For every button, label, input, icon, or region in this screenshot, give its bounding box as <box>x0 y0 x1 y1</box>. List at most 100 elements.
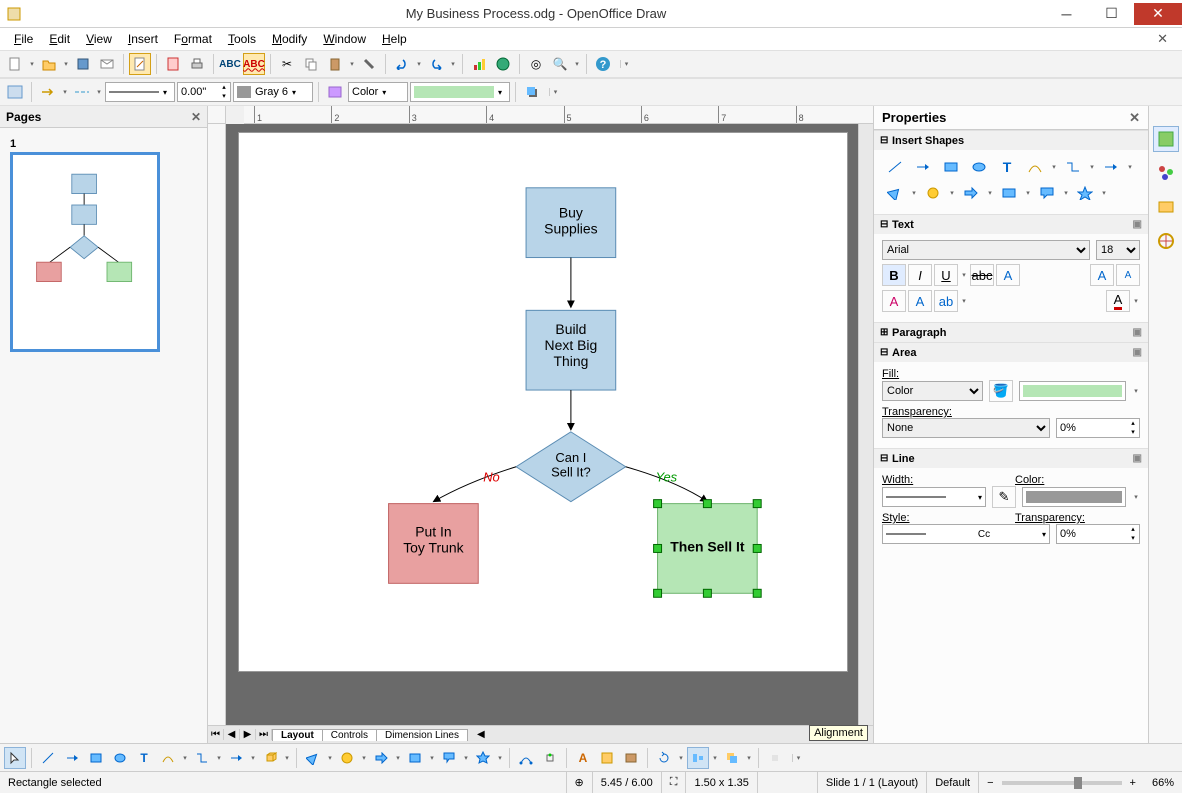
curve-tool[interactable] <box>1022 156 1048 178</box>
redo-button[interactable] <box>425 53 447 75</box>
fill-color-combo[interactable] <box>1019 381 1126 401</box>
document-viewport[interactable]: BuySupplies BuildNext BigThing Can ISell… <box>226 124 873 725</box>
zoom-level[interactable]: 66% <box>1144 772 1182 793</box>
points-tool[interactable] <box>515 747 537 769</box>
line-more-icon[interactable]: ▣ <box>1133 453 1142 464</box>
cut-button[interactable]: ✂ <box>276 53 298 75</box>
gallery-tool[interactable] <box>620 747 642 769</box>
connector-tool[interactable] <box>1060 156 1086 178</box>
toolbar-overflow[interactable]: ▾ <box>620 60 632 68</box>
zoom-dropdown[interactable]: ▾ <box>573 60 581 68</box>
block-arrows-tool[interactable] <box>958 182 984 204</box>
stars-tool[interactable] <box>1072 182 1098 204</box>
line-style-combo[interactable]: ▾ <box>105 82 175 102</box>
line-tool[interactable] <box>882 156 908 178</box>
line-color-pencil-icon[interactable]: ✎ <box>992 486 1016 508</box>
line-width-input[interactable]: ▴▾ <box>177 82 231 102</box>
line-style-dropdown-icon[interactable]: ▾ <box>95 88 103 96</box>
open-dropdown[interactable]: ▾ <box>62 60 70 68</box>
close-button[interactable]: ✕ <box>1134 3 1182 25</box>
tab-controls[interactable]: Controls <box>322 729 377 741</box>
toolbar2-overflow[interactable]: ▾ <box>549 88 561 96</box>
section-insert-shapes[interactable]: Insert Shapes <box>892 135 964 147</box>
fill-bucket-icon[interactable]: 🪣 <box>989 380 1013 402</box>
line-transparency-input[interactable]: ▴▾ <box>1056 524 1140 544</box>
arrange-tool[interactable] <box>721 747 743 769</box>
undo-button[interactable] <box>391 53 413 75</box>
superscript-button[interactable]: A <box>882 290 906 312</box>
new-doc-dropdown[interactable]: ▾ <box>28 60 36 68</box>
curve-tool-bottom[interactable] <box>157 747 179 769</box>
paste-button[interactable] <box>324 53 346 75</box>
redo-dropdown[interactable]: ▾ <box>449 60 457 68</box>
area-fill-color-combo[interactable]: ▾ <box>410 82 510 102</box>
menu-close-icon[interactable]: ✕ <box>1149 31 1176 47</box>
stars-bottom[interactable] <box>472 747 494 769</box>
menu-help[interactable]: Help <box>374 30 415 48</box>
select-tool[interactable] <box>4 747 26 769</box>
section-area[interactable]: Area <box>892 347 916 359</box>
increase-font-button[interactable]: A <box>1090 264 1114 286</box>
chart-button[interactable] <box>468 53 490 75</box>
tab-nav-prev[interactable]: ◀ <box>224 729 240 740</box>
page-thumbnail[interactable] <box>10 152 160 352</box>
shadow-button[interactable] <box>521 81 543 103</box>
zoom-out-icon[interactable]: − <box>987 777 993 789</box>
line-color-combo[interactable] <box>1022 487 1126 507</box>
open-button[interactable] <box>38 53 60 75</box>
3d-tool-bottom[interactable] <box>259 747 281 769</box>
sidebar-tab-navigator[interactable] <box>1153 228 1179 254</box>
autospell-button[interactable]: ABC <box>243 53 265 75</box>
print-button[interactable] <box>186 53 208 75</box>
fill-type-combo[interactable]: Color <box>882 381 983 401</box>
highlight-button[interactable]: ab <box>934 290 958 312</box>
callouts-bottom[interactable] <box>438 747 460 769</box>
symbol-shapes-tool[interactable] <box>920 182 946 204</box>
font-size-combo[interactable]: 18 <box>1096 240 1140 260</box>
block-arrows-bottom[interactable] <box>370 747 392 769</box>
menu-insert[interactable]: Insert <box>120 30 166 48</box>
arrow-style-button[interactable] <box>37 81 59 103</box>
arrow-tool-bottom[interactable] <box>61 747 83 769</box>
transparency-value-input[interactable]: ▴▾ <box>1056 418 1140 438</box>
alignment-tool[interactable] <box>687 747 709 769</box>
transparency-type-combo[interactable]: None <box>882 418 1050 438</box>
styles-button[interactable] <box>4 81 26 103</box>
basic-shapes-bottom[interactable] <box>302 747 324 769</box>
line-tool-bottom[interactable] <box>37 747 59 769</box>
shadow-text-button[interactable]: A <box>996 264 1020 286</box>
area-fill-type-combo[interactable]: Color▾ <box>348 82 408 102</box>
menu-format[interactable]: Format <box>166 30 220 48</box>
lines-arrows-bottom[interactable] <box>225 747 247 769</box>
line-width-combo[interactable]: ▾ <box>882 487 986 507</box>
line-style-icon[interactable] <box>71 81 93 103</box>
glue-points-tool[interactable] <box>539 747 561 769</box>
help-button[interactable]: ? <box>592 53 614 75</box>
sidebar-tab-styles[interactable] <box>1153 160 1179 186</box>
rectangle-tool-bottom[interactable] <box>85 747 107 769</box>
format-paintbrush-button[interactable] <box>358 53 380 75</box>
bottom-toolbar-overflow[interactable]: ▾ <box>792 754 804 762</box>
tab-layout[interactable]: Layout <box>272 729 323 741</box>
lines-arrows-tool[interactable] <box>1098 156 1124 178</box>
from-file-tool[interactable] <box>596 747 618 769</box>
zoom-slider[interactable] <box>1002 781 1122 785</box>
copy-button[interactable] <box>300 53 322 75</box>
flowchart-shapes-bottom[interactable] <box>404 747 426 769</box>
text-section-more-icon[interactable]: ▣ <box>1133 219 1142 230</box>
font-color-button[interactable]: A <box>1106 290 1130 312</box>
pages-panel-close-icon[interactable]: ✕ <box>191 110 201 124</box>
tab-nav-last[interactable]: ⏭ <box>256 729 272 740</box>
flowchart-tool[interactable] <box>996 182 1022 204</box>
section-line[interactable]: Line <box>892 453 915 465</box>
export-pdf-button[interactable] <box>162 53 184 75</box>
arrow-tool[interactable] <box>910 156 936 178</box>
subscript-button[interactable]: A <box>908 290 932 312</box>
text-tool[interactable]: T <box>994 156 1020 178</box>
vertical-scrollbar[interactable] <box>858 124 873 725</box>
line-style-combo[interactable]: Cc▾ <box>882 524 1050 544</box>
rotate-tool[interactable] <box>653 747 675 769</box>
line-color-combo[interactable]: Gray 6▾ <box>233 82 313 102</box>
area-more-icon[interactable]: ▣ <box>1133 347 1142 358</box>
new-doc-button[interactable] <box>4 53 26 75</box>
